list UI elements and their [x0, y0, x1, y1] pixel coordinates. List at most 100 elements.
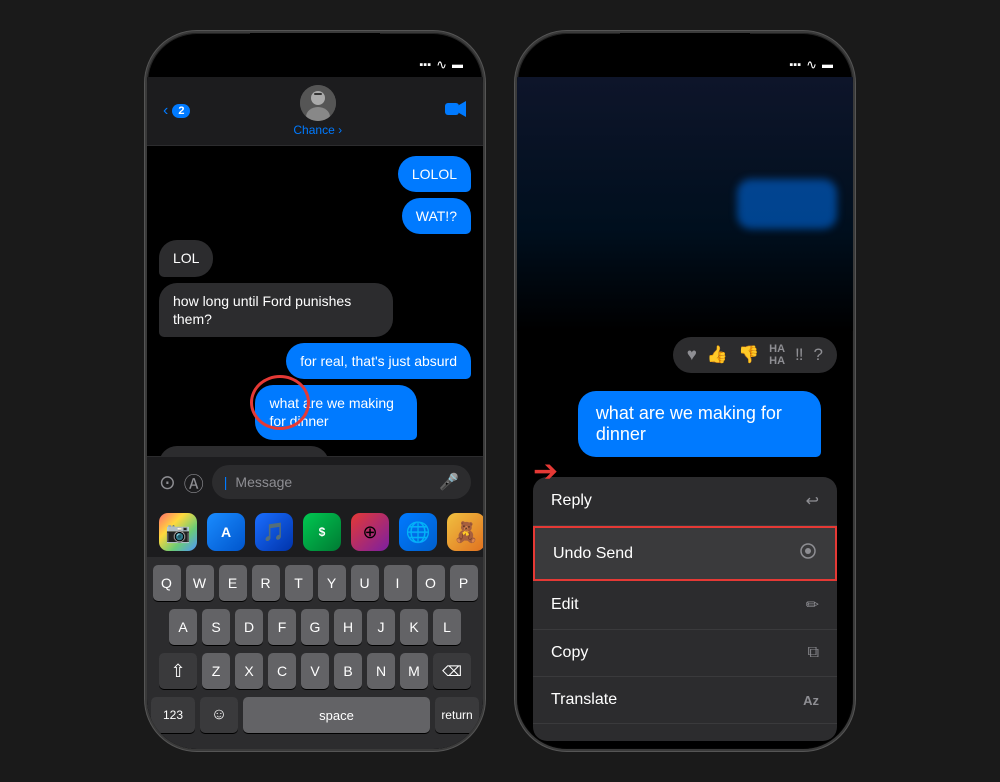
- reaction-question[interactable]: ?: [814, 345, 823, 365]
- contact-name-1[interactable]: Chance ›: [293, 123, 342, 137]
- keyboard: Q W E R T Y U I O P A S D F G H: [147, 557, 483, 749]
- menu-item-edit[interactable]: Edit ✏: [533, 581, 837, 630]
- messages-area-1: LOLOL WAT!? LOL how long until Ford puni…: [147, 146, 483, 456]
- camera-icon[interactable]: ⊙: [159, 470, 176, 495]
- key-j[interactable]: J: [367, 609, 395, 645]
- input-bar-1: ⊙ Ⓐ | Message 🎤: [147, 456, 483, 507]
- key-space[interactable]: space: [243, 697, 430, 733]
- keyboard-row-1: Q W E R T Y U I O P: [151, 565, 479, 601]
- globe-icon[interactable]: 🌐: [399, 513, 437, 551]
- menu-item-copy[interactable]: Copy ⧉: [533, 630, 837, 677]
- reaction-exclaim[interactable]: ‼: [795, 345, 804, 365]
- key-b[interactable]: B: [334, 653, 362, 689]
- key-k[interactable]: K: [400, 609, 428, 645]
- circle-app-icon[interactable]: ⊕: [351, 513, 389, 551]
- key-emoji[interactable]: ☺: [200, 697, 238, 733]
- copy-icon: ⧉: [808, 644, 819, 662]
- key-i[interactable]: I: [384, 565, 412, 601]
- memoji-icon[interactable]: 🧸: [447, 513, 483, 551]
- video-button-1[interactable]: [445, 100, 467, 123]
- menu-item-translate[interactable]: Translate Az: [533, 677, 837, 724]
- battery-icon-2: ▬: [822, 59, 833, 71]
- edit-icon: ✏: [806, 595, 819, 615]
- key-s[interactable]: S: [202, 609, 230, 645]
- photos-app-icon[interactable]: 📷: [159, 513, 197, 551]
- key-return[interactable]: return: [435, 697, 479, 733]
- key-g[interactable]: G: [301, 609, 329, 645]
- undo-send-arrow-icon: ➔: [533, 454, 558, 489]
- back-button-1[interactable]: ‹ 2: [163, 102, 190, 120]
- ctx-message-container: what are we making for dinner: [517, 379, 853, 469]
- app-dock: 📷 A 🎵 $ ⊕ 🌐 🧸: [147, 507, 483, 557]
- key-v[interactable]: V: [301, 653, 329, 689]
- bubble-lolol[interactable]: LOLOL: [398, 156, 471, 192]
- key-o[interactable]: O: [417, 565, 445, 601]
- key-a[interactable]: A: [169, 609, 197, 645]
- bubble-ford[interactable]: how long until Ford punishes them?: [159, 283, 393, 337]
- avatar-1[interactable]: [300, 85, 336, 121]
- wifi-icon-1: ∿: [436, 57, 447, 73]
- cursor-icon: |: [224, 474, 228, 490]
- key-shift[interactable]: ⇧: [159, 653, 197, 689]
- cashapp-icon[interactable]: $: [303, 513, 341, 551]
- status-icons-1: ▪▪▪ ∿ ▬: [419, 57, 463, 73]
- message-input[interactable]: | Message 🎤: [212, 465, 471, 499]
- undo-send-icon: [799, 542, 817, 565]
- translate-icon: Az: [803, 693, 819, 708]
- key-m[interactable]: M: [400, 653, 428, 689]
- notch-1: [250, 33, 380, 61]
- bubble-lol[interactable]: LOL: [159, 240, 213, 276]
- key-f[interactable]: F: [268, 609, 296, 645]
- context-menu: Reply ↩ Undo Send Edit ✏: [533, 477, 837, 741]
- key-z[interactable]: Z: [202, 653, 230, 689]
- key-d[interactable]: D: [235, 609, 263, 645]
- notch-2: [620, 33, 750, 61]
- key-e[interactable]: E: [219, 565, 247, 601]
- key-c[interactable]: C: [268, 653, 296, 689]
- edit-label: Edit: [551, 596, 579, 614]
- appstore-app-icon[interactable]: A: [207, 513, 245, 551]
- blurred-background: [517, 77, 853, 331]
- keyboard-row-4: 123 ☺ space return: [151, 697, 479, 733]
- undo-send-arrow-container: ➔: [533, 454, 558, 489]
- key-w[interactable]: W: [186, 565, 214, 601]
- battery-icon-1: ▬: [452, 59, 463, 71]
- menu-item-reply[interactable]: Reply ↩: [533, 477, 837, 526]
- reaction-pill[interactable]: ♥ 👍 👎 HAHA ‼ ?: [673, 337, 837, 373]
- key-t[interactable]: T: [285, 565, 313, 601]
- input-placeholder: Message: [235, 474, 292, 490]
- key-p[interactable]: P: [450, 565, 478, 601]
- bubble-dinner[interactable]: what are we making for dinner: [255, 385, 417, 439]
- key-y[interactable]: Y: [318, 565, 346, 601]
- nav-center-1: Chance ›: [293, 85, 342, 137]
- key-h[interactable]: H: [334, 609, 362, 645]
- key-n[interactable]: N: [367, 653, 395, 689]
- mic-icon[interactable]: 🎤: [439, 472, 459, 492]
- ctx-message-bubble[interactable]: what are we making for dinner: [578, 391, 821, 457]
- reply-icon: ↩: [806, 491, 819, 511]
- more-icon: ⊕: [804, 738, 819, 741]
- nav-badge[interactable]: 2: [172, 104, 190, 118]
- key-delete[interactable]: ⌫: [433, 653, 471, 689]
- menu-item-undo-send[interactable]: Undo Send: [533, 526, 837, 581]
- reaction-thumbsup[interactable]: 👍: [707, 345, 728, 365]
- key-l[interactable]: L: [433, 609, 461, 645]
- key-u[interactable]: U: [351, 565, 379, 601]
- bubble-oops[interactable]: oops, haha, wrong text: [159, 446, 329, 457]
- wifi-icon-2: ∿: [806, 57, 817, 73]
- reaction-haha[interactable]: HAHA: [769, 343, 785, 367]
- key-numbers[interactable]: 123: [151, 697, 195, 733]
- reaction-thumbsdown[interactable]: 👎: [738, 345, 759, 365]
- signal-icon-1: ▪▪▪: [419, 59, 431, 71]
- key-q[interactable]: Q: [153, 565, 181, 601]
- bubble-wat[interactable]: WAT!?: [402, 198, 471, 234]
- key-r[interactable]: R: [252, 565, 280, 601]
- reaction-heart[interactable]: ♥: [687, 345, 697, 365]
- bubble-absurd[interactable]: for real, that's just absurd: [286, 343, 471, 379]
- key-x[interactable]: X: [235, 653, 263, 689]
- nav-bar-1: ‹ 2 Chance ›: [147, 77, 483, 146]
- menu-item-more[interactable]: More... ⊕: [533, 724, 837, 741]
- keyboard-row-3: ⇧ Z X C V B N M ⌫: [151, 653, 479, 689]
- appstore-icon[interactable]: Ⓐ: [184, 468, 204, 497]
- shazam-app-icon[interactable]: 🎵: [255, 513, 293, 551]
